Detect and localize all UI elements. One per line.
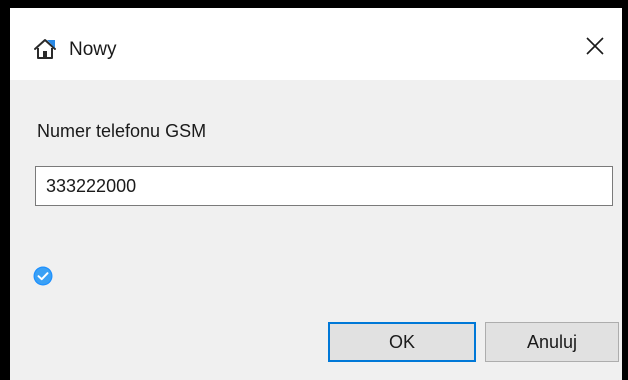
title-bar: Nowy: [10, 8, 622, 80]
close-button[interactable]: [572, 26, 618, 70]
phone-number-input[interactable]: [35, 166, 613, 206]
cancel-button[interactable]: Anuluj: [485, 322, 619, 362]
dialog-window: Nowy Numer telefonu GSM OK Anuluj: [0, 0, 628, 380]
close-icon: [586, 36, 604, 60]
home-icon: [33, 38, 57, 60]
window-title: Nowy: [69, 39, 117, 60]
dialog-body: Numer telefonu GSM OK Anuluj: [10, 80, 622, 380]
phone-number-label: Numer telefonu GSM: [37, 121, 207, 141]
check-circle-icon: [33, 266, 53, 286]
ok-button[interactable]: OK: [328, 322, 476, 362]
